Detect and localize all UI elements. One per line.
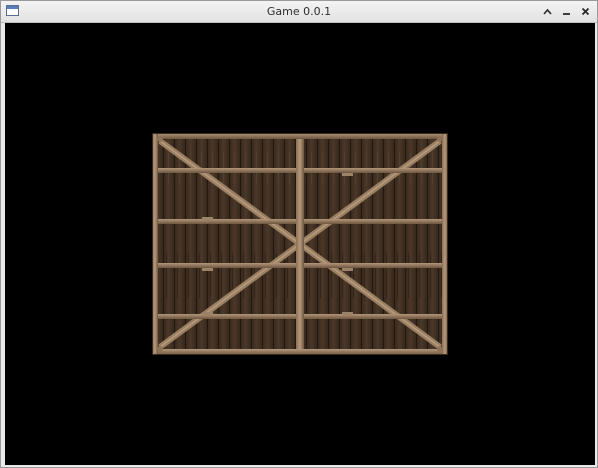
- wooden-crate-sprite: [152, 133, 448, 355]
- game-viewport[interactable]: [5, 23, 595, 465]
- close-icon: [581, 7, 590, 16]
- app-window: Game 0.0.1: [0, 0, 598, 468]
- chevron-up-icon: [543, 8, 552, 15]
- window-title: Game 0.0.1: [266, 5, 332, 18]
- minimize-button[interactable]: [559, 3, 574, 20]
- close-button[interactable]: [578, 3, 593, 20]
- window-controls: [540, 3, 593, 20]
- maximize-button[interactable]: [540, 3, 555, 20]
- minimize-icon: [563, 13, 570, 15]
- title-bar[interactable]: Game 0.0.1: [1, 1, 597, 23]
